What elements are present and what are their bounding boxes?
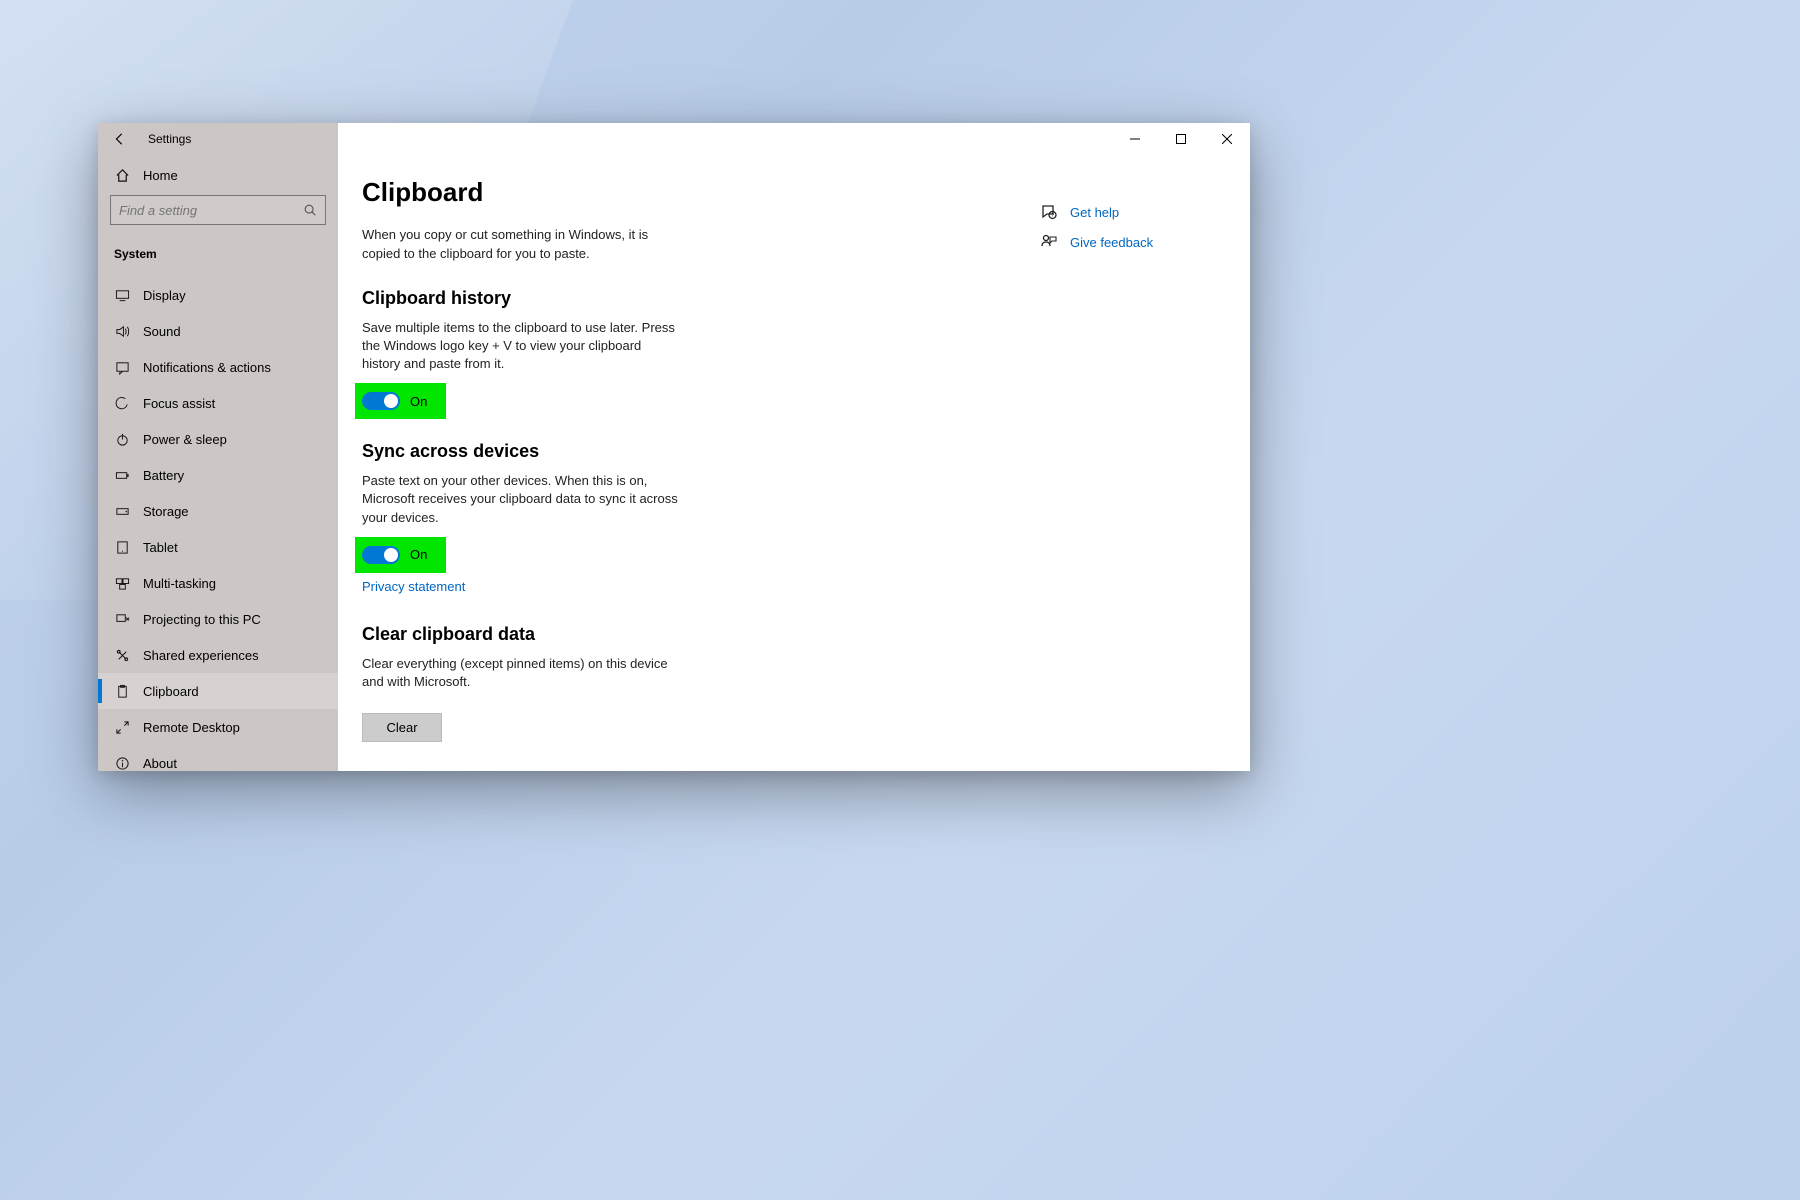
sync-toggle-row: On [355, 537, 446, 573]
get-help-row[interactable]: ? Get help [1040, 203, 1210, 221]
display-icon [114, 287, 130, 303]
sidebar-item-notifications[interactable]: Notifications & actions [98, 349, 338, 385]
history-heading: Clipboard history [362, 288, 952, 309]
sidebar-item-label: Focus assist [143, 396, 215, 411]
power-icon [114, 431, 130, 447]
privacy-statement-link[interactable]: Privacy statement [362, 579, 465, 594]
sidebar-item-label: Clipboard [143, 684, 199, 699]
help-icon: ? [1040, 203, 1058, 221]
feedback-icon [1040, 233, 1058, 251]
home-label: Home [143, 168, 178, 183]
page-title: Clipboard [362, 177, 952, 208]
home-nav[interactable]: Home [98, 155, 338, 195]
sidebar-item-power[interactable]: Power & sleep [98, 421, 338, 457]
storage-icon [114, 503, 130, 519]
notifications-icon [114, 359, 130, 375]
titlebar-left: Settings [98, 123, 338, 155]
sidebar-item-projecting[interactable]: Projecting to this PC [98, 601, 338, 637]
shared-icon [114, 647, 130, 663]
sidebar-item-label: Projecting to this PC [143, 612, 261, 627]
sidebar-item-label: Tablet [143, 540, 178, 555]
back-button[interactable] [112, 131, 128, 147]
battery-icon [114, 467, 130, 483]
minimize-button[interactable] [1112, 123, 1158, 155]
sidebar-item-label: Sound [143, 324, 181, 339]
sidebar-item-label: Notifications & actions [143, 360, 271, 375]
sidebar-item-sound[interactable]: Sound [98, 313, 338, 349]
nav-list: Display Sound Notifications & actions Fo… [98, 277, 338, 771]
sidebar-item-shared-experiences[interactable]: Shared experiences [98, 637, 338, 673]
remote-desktop-icon [114, 719, 130, 735]
search-wrap [98, 195, 338, 237]
sidebar-item-label: Shared experiences [143, 648, 259, 663]
titlebar-right [338, 123, 1250, 155]
category-header: System [98, 237, 338, 271]
page-intro: When you copy or cut something in Window… [362, 226, 672, 264]
projecting-icon [114, 611, 130, 627]
history-desc: Save multiple items to the clipboard to … [362, 319, 682, 374]
sidebar-item-battery[interactable]: Battery [98, 457, 338, 493]
home-icon [114, 167, 130, 183]
sidebar-item-tablet[interactable]: Tablet [98, 529, 338, 565]
history-toggle[interactable] [362, 392, 400, 410]
window-title: Settings [148, 132, 191, 146]
sidebar-item-display[interactable]: Display [98, 277, 338, 313]
sidebar-item-label: Remote Desktop [143, 720, 240, 735]
main-panel: Clipboard When you copy or cut something… [338, 155, 1250, 771]
history-toggle-state: On [410, 394, 427, 409]
search-icon [303, 203, 317, 217]
tablet-icon [114, 539, 130, 555]
sidebar-item-storage[interactable]: Storage [98, 493, 338, 529]
close-button[interactable] [1204, 123, 1250, 155]
sync-desc: Paste text on your other devices. When t… [362, 472, 682, 527]
about-icon [114, 755, 130, 771]
clipboard-icon [114, 683, 130, 699]
multitasking-icon [114, 575, 130, 591]
sidebar-item-multitasking[interactable]: Multi-tasking [98, 565, 338, 601]
history-toggle-row: On [355, 383, 446, 419]
give-feedback-link[interactable]: Give feedback [1070, 235, 1153, 250]
clear-desc: Clear everything (except pinned items) o… [362, 655, 682, 691]
sidebar-item-focus-assist[interactable]: Focus assist [98, 385, 338, 421]
give-feedback-row[interactable]: Give feedback [1040, 233, 1210, 251]
focus-assist-icon [114, 395, 130, 411]
sidebar-item-about[interactable]: About [98, 745, 338, 771]
search-input[interactable] [119, 203, 303, 218]
content-area: Home System Display Sound [98, 155, 1250, 771]
sync-heading: Sync across devices [362, 441, 952, 462]
sidebar-item-label: Display [143, 288, 186, 303]
sidebar-item-label: Battery [143, 468, 184, 483]
main-column: Clipboard When you copy or cut something… [362, 177, 952, 747]
sidebar: Home System Display Sound [98, 155, 338, 771]
sidebar-item-label: About [143, 756, 177, 771]
sync-toggle-state: On [410, 547, 427, 562]
clear-heading: Clear clipboard data [362, 624, 952, 645]
window-controls [1112, 123, 1250, 155]
sidebar-item-remote-desktop[interactable]: Remote Desktop [98, 709, 338, 745]
related-links: ? Get help Give feedback [1040, 203, 1210, 263]
sound-icon [114, 323, 130, 339]
maximize-button[interactable] [1158, 123, 1204, 155]
svg-text:?: ? [1051, 213, 1054, 219]
sidebar-item-clipboard[interactable]: Clipboard [98, 673, 338, 709]
search-box[interactable] [110, 195, 326, 225]
sync-toggle[interactable] [362, 546, 400, 564]
clear-button[interactable]: Clear [362, 713, 442, 742]
sidebar-item-label: Storage [143, 504, 189, 519]
get-help-link[interactable]: Get help [1070, 205, 1119, 220]
titlebar: Settings [98, 123, 1250, 155]
sidebar-item-label: Power & sleep [143, 432, 227, 447]
sidebar-item-label: Multi-tasking [143, 576, 216, 591]
settings-window: Settings Home [98, 123, 1250, 771]
